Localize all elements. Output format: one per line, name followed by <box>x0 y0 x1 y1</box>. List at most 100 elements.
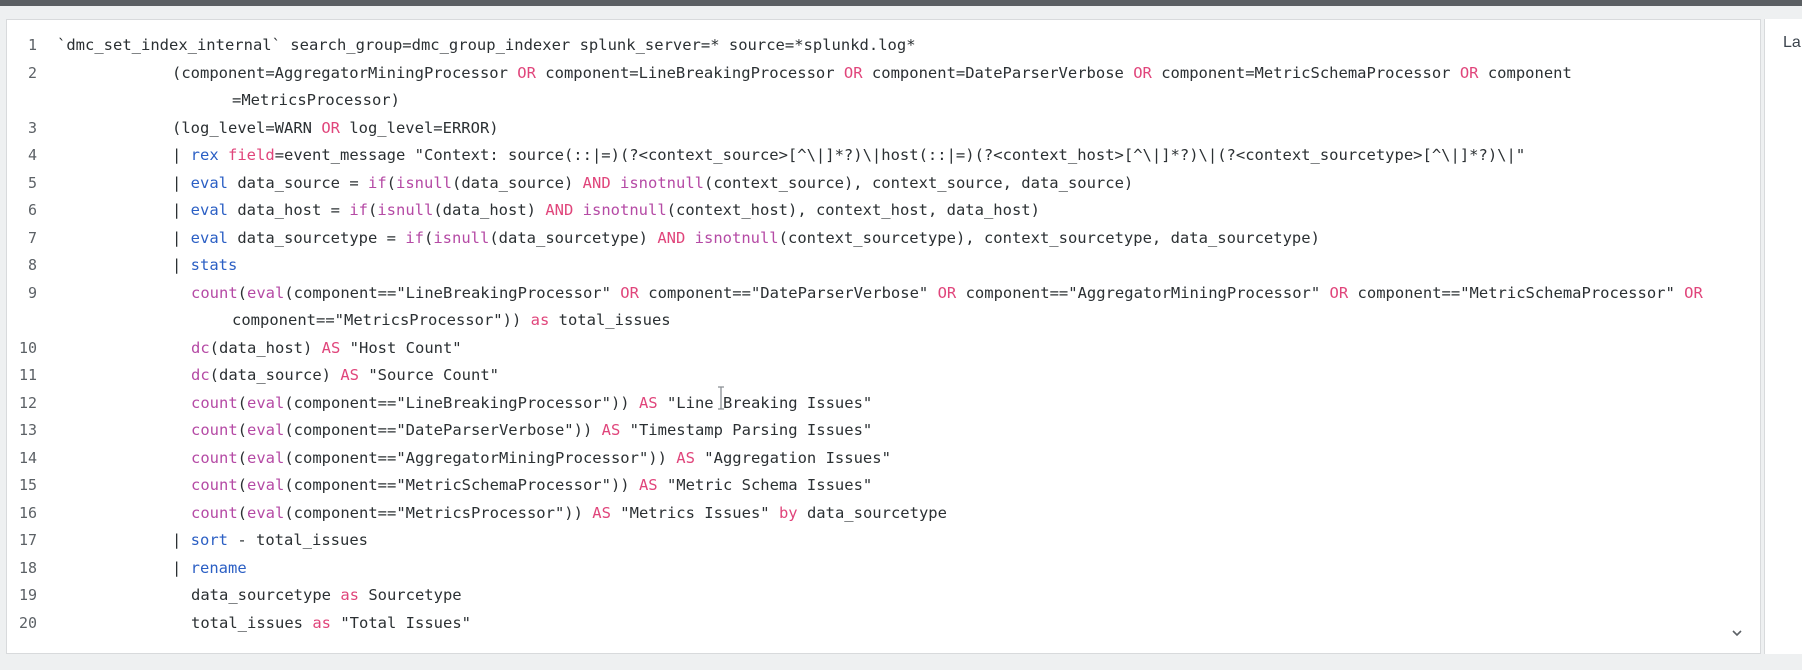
code-command: stats <box>190 256 238 274</box>
code-keyword: OR <box>843 63 863 82</box>
code-content[interactable]: | stats <box>57 252 1760 280</box>
code-function: count <box>191 503 238 522</box>
code-text: (component=="MetricsProcessor")) <box>284 503 593 522</box>
code-command: eval <box>190 201 228 219</box>
top-strip <box>0 0 1802 6</box>
code-line: 20 total_issues as "Total Issues" <box>7 610 1760 638</box>
code-text: =event_message "Context: source(::|=)(?<… <box>274 146 1526 164</box>
code-text: component=LineBreakingProcessor <box>535 63 844 82</box>
code-function: eval <box>247 283 285 302</box>
code-line: 13 count(eval(component=="DateParserVerbo… <box>7 417 1760 445</box>
code-keyword: by <box>778 503 798 522</box>
code-content[interactable]: | rename <box>57 555 1760 583</box>
code-function: if <box>349 201 368 219</box>
code-function: isnull <box>377 201 434 219</box>
code-keyword: OR <box>517 63 536 82</box>
code-line: 2 (component=AggregatorMiningProcessor OR… <box>7 60 1760 88</box>
code-line-wrap: component=="MetricsProcessor")) as total… <box>7 307 1760 335</box>
code-line: 7 | eval data_sourcetype = if(isnull(data… <box>7 225 1760 253</box>
code-function: dc <box>191 366 210 384</box>
code-keyword: AS <box>340 366 359 384</box>
code-content[interactable]: count(eval(component=="MetricsProcessor"… <box>57 500 1760 528</box>
side-panel: La <box>1764 19 1802 654</box>
code-keyword: AS <box>601 421 621 439</box>
code-function: count <box>191 421 238 439</box>
code-keyword: AS <box>638 393 658 412</box>
code-keyword: AS <box>676 448 695 467</box>
code-content[interactable]: component=="MetricsProcessor")) as total… <box>57 307 1760 335</box>
code-text: total_issues <box>191 613 313 632</box>
code-content[interactable]: data_sourcetype as Sourcetype <box>57 582 1760 610</box>
code-function: if <box>367 173 387 192</box>
side-panel-label[interactable]: La <box>1783 34 1801 52</box>
code-text: component=="AggregatorMiningProcessor" <box>956 283 1330 302</box>
code-content[interactable]: (component=AggregatorMiningProcessor OR … <box>57 60 1760 88</box>
code-line: 5 | eval data_source = if(isnull(data_sou… <box>7 170 1760 198</box>
code-line: 15 count(eval(component=="MetricSchemaPro… <box>7 472 1760 500</box>
code-text: (context_host), context_host, data_host) <box>666 201 1040 219</box>
code-text: ( <box>423 228 434 247</box>
code-content[interactable]: | eval data_sourcetype = if(isnull(data_… <box>57 225 1760 253</box>
code-content[interactable]: count(eval(component=="AggregatorMiningP… <box>57 445 1760 473</box>
code-text: component=="MetricSchemaProcessor" <box>1348 283 1685 302</box>
code-function: isnull <box>433 228 490 247</box>
code-content[interactable]: count(eval(component=="LineBreakingProce… <box>57 280 1760 308</box>
code-text: =MetricsProcessor) <box>232 91 400 109</box>
line-number: 6 <box>27 201 37 219</box>
code-content[interactable]: | eval data_source = if(isnull(data_sour… <box>57 170 1760 198</box>
code-content[interactable]: | sort - total_issues <box>57 527 1760 555</box>
line-number: 15 <box>18 476 37 494</box>
code-keyword: as <box>530 311 550 329</box>
code-line: 17 | sort - total_issues <box>7 527 1760 555</box>
code-function: count <box>191 476 238 494</box>
code-text: "Host Count" <box>340 338 462 357</box>
code-content[interactable]: (log_level=WARN OR log_level=ERROR) <box>57 115 1760 143</box>
code-content[interactable]: `dmc_set_index_internal` search_group=dm… <box>57 32 1760 60</box>
line-number: 1 <box>27 36 37 54</box>
code-text: "Metrics Issues" <box>610 503 779 522</box>
code-text: Sourcetype <box>358 586 462 604</box>
code-text: (component=="DateParserVerbose")) <box>284 421 602 439</box>
code-text: | <box>172 531 191 549</box>
code-content[interactable]: count(eval(component=="LineBreakingProce… <box>57 390 1760 418</box>
code-function: eval <box>247 393 285 412</box>
code-content[interactable]: | eval data_host = if(isnull(data_host) … <box>57 197 1760 225</box>
code-text: (data_host) <box>209 338 322 357</box>
code-content[interactable]: dc(data_source) AS "Source Count" <box>57 362 1760 390</box>
code-function: count <box>191 448 238 467</box>
code-text: ( <box>237 476 248 494</box>
code-text: ( <box>237 393 248 412</box>
code-keyword: field <box>228 146 275 164</box>
code-function: isnotnull <box>582 201 667 219</box>
code-content[interactable]: | rex field=event_message "Context: sour… <box>57 142 1760 170</box>
line-number: 18 <box>18 558 37 577</box>
code-keyword: OR <box>1684 283 1703 302</box>
code-content[interactable]: =MetricsProcessor) <box>57 87 1760 115</box>
code-content[interactable]: count(eval(component=="DateParserVerbose… <box>57 417 1760 445</box>
code-text: (log_level=WARN <box>172 118 322 137</box>
code-text: ( <box>237 448 248 467</box>
code-text: ( <box>237 421 248 439</box>
code-text: "Total Issues" <box>331 613 471 632</box>
code-content[interactable]: total_issues as "Total Issues" <box>57 610 1760 638</box>
code-keyword: OR <box>937 283 957 302</box>
code-text: component <box>1478 63 1572 82</box>
code-keyword: AND <box>657 228 686 247</box>
code-text: - total_issues <box>228 531 368 549</box>
code-text: | <box>172 201 191 219</box>
code-keyword: OR <box>1133 63 1152 82</box>
code-content[interactable]: count(eval(component=="MetricSchemaProce… <box>57 472 1760 500</box>
code-line: 4 | rex field=event_message "Context: sou… <box>7 142 1760 170</box>
line-number <box>7 307 57 335</box>
code-line: 11 dc(data_source) AS "Source Count" <box>7 362 1760 390</box>
search-editor[interactable]: 1 `dmc_set_index_internal` search_group=d… <box>6 19 1761 654</box>
code-line: 6 | eval data_host = if(isnull(data_host)… <box>7 197 1760 225</box>
chevron-down-icon[interactable] <box>1730 625 1744 639</box>
code-text: component=MetricSchemaProcessor <box>1151 63 1460 82</box>
code-text: ( <box>386 173 396 192</box>
code-keyword: AS <box>321 338 341 357</box>
code-content[interactable]: dc(data_host) AS "Host Count" <box>57 335 1760 363</box>
